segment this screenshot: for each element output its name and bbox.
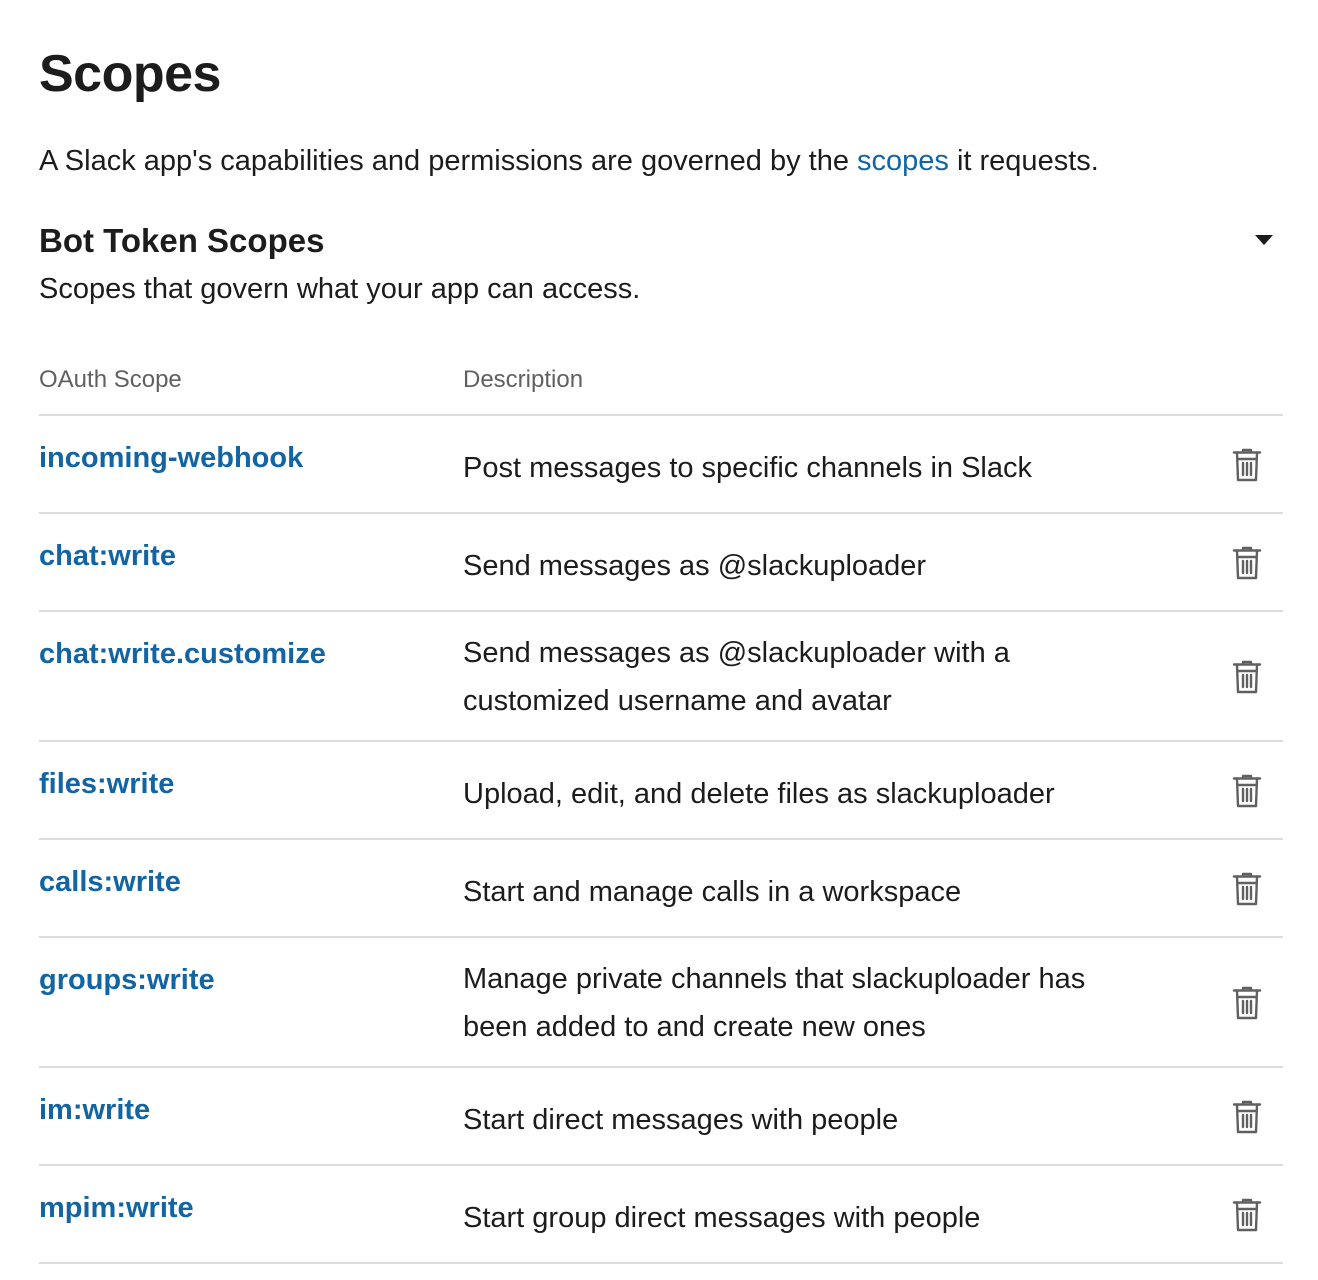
delete-scope-button[interactable] <box>1229 983 1265 1023</box>
column-header-description: Description <box>463 366 584 393</box>
scope-link[interactable]: chat:write <box>39 536 176 576</box>
scope-link[interactable]: calls:write <box>39 862 181 902</box>
trash-icon <box>1232 1198 1262 1232</box>
table-row: chat:write Send messages as @slackupload… <box>39 514 1283 612</box>
table-header: OAuth Scope Description <box>39 348 1283 416</box>
scopes-docs-link[interactable]: scopes <box>857 145 949 177</box>
trash-icon <box>1232 774 1262 808</box>
delete-scope-button[interactable] <box>1229 1195 1265 1235</box>
trash-icon <box>1232 448 1262 482</box>
section-collapse-toggle[interactable] <box>1252 228 1276 252</box>
scope-link[interactable]: incoming-webhook <box>39 438 303 478</box>
intro-text-end: it requests. <box>948 145 1099 177</box>
table-row: mpim:write Start group direct messages w… <box>39 1166 1283 1264</box>
scope-link[interactable]: groups:write <box>39 960 215 1000</box>
trash-icon <box>1232 546 1262 580</box>
delete-scope-button[interactable] <box>1229 657 1265 697</box>
table-row: incoming-webhook Post messages to specif… <box>39 416 1283 514</box>
delete-scope-button[interactable] <box>1229 543 1265 583</box>
scope-link[interactable]: im:write <box>39 1090 150 1130</box>
scope-description: Start group direct messages with people <box>463 1202 981 1234</box>
bot-token-scopes-subtitle: Scopes that govern what your app can acc… <box>39 273 641 305</box>
scope-description: Start and manage calls in a workspace <box>463 876 962 908</box>
trash-icon <box>1232 986 1262 1020</box>
delete-scope-button[interactable] <box>1229 445 1265 485</box>
delete-scope-button[interactable] <box>1229 1097 1265 1137</box>
intro-text-start: A Slack app's capabilities and permissio… <box>39 145 858 177</box>
scope-link[interactable]: mpim:write <box>39 1188 194 1228</box>
table-row: calls:write Start and manage calls in a … <box>39 840 1283 938</box>
scope-link[interactable]: files:write <box>39 764 174 804</box>
delete-scope-button[interactable] <box>1229 771 1265 811</box>
scope-description: Send messages as @slackuploader with a c… <box>463 637 1010 717</box>
scope-description: Manage private channels that slackupload… <box>463 963 1086 1043</box>
scope-description: Start direct messages with people <box>463 1104 899 1136</box>
scope-description: Upload, edit, and delete files as slacku… <box>463 778 1055 810</box>
scope-link[interactable]: chat:write.customize <box>39 634 326 674</box>
table-row: chat:write.customize Send messages as @s… <box>39 612 1283 742</box>
scopes-table: OAuth Scope Description incoming-webhook… <box>39 348 1283 1264</box>
scope-description: Send messages as @slackuploader <box>463 550 927 582</box>
trash-icon <box>1232 872 1262 906</box>
page-title: Scopes <box>39 45 221 103</box>
table-row: files:write Upload, edit, and delete fil… <box>39 742 1283 840</box>
delete-scope-button[interactable] <box>1229 869 1265 909</box>
table-row: im:write Start direct messages with peop… <box>39 1068 1283 1166</box>
bot-token-scopes-title: Bot Token Scopes <box>39 222 325 259</box>
trash-icon <box>1232 660 1262 694</box>
column-header-oauth-scope: OAuth Scope <box>39 366 182 393</box>
caret-down-icon <box>1255 235 1273 245</box>
scope-description: Post messages to specific channels in Sl… <box>463 452 1032 484</box>
intro-text: A Slack app's capabilities and permissio… <box>39 140 1099 182</box>
trash-icon <box>1232 1100 1262 1134</box>
table-row: groups:write Manage private channels tha… <box>39 938 1283 1068</box>
